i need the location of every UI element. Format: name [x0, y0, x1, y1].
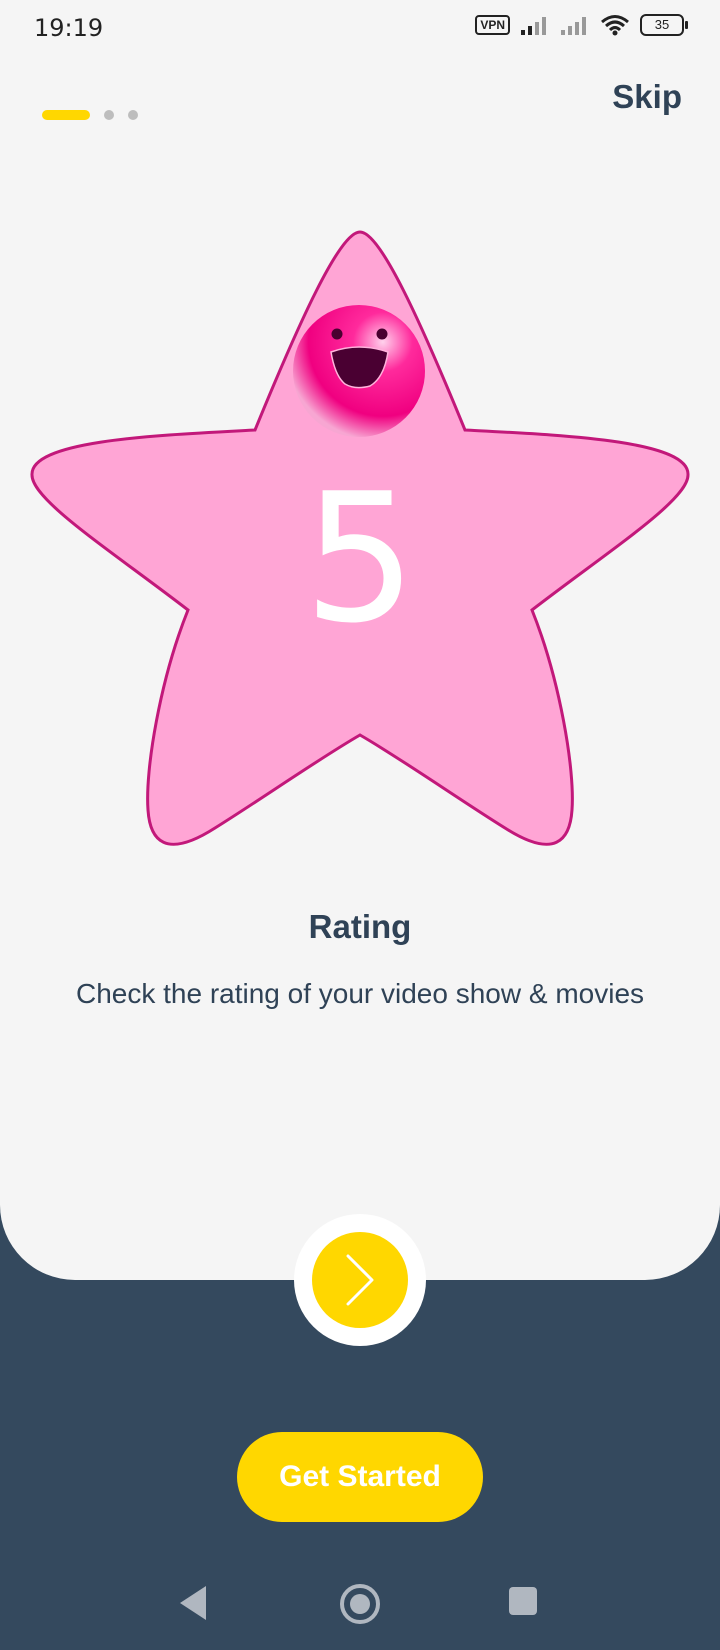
wifi-icon [601, 15, 629, 36]
next-button-ring [294, 1214, 426, 1346]
system-nav-bar [0, 1560, 720, 1650]
status-time: 19:19 [34, 14, 104, 42]
page-indicator-dot [104, 110, 114, 120]
rating-star-illustration: 5 [30, 230, 690, 846]
smiley-ball [293, 305, 425, 437]
page-indicator-dot [128, 110, 138, 120]
status-bar: 19:19 VPN 35 [0, 0, 720, 56]
next-button[interactable] [312, 1232, 408, 1328]
signal-icon [521, 17, 546, 35]
status-icons: VPN 35 [475, 14, 688, 36]
vpn-icon: VPN [475, 15, 510, 35]
home-icon[interactable] [338, 1582, 382, 1626]
rating-number: 5 [303, 455, 416, 662]
signal-icon [561, 17, 586, 35]
get-started-button[interactable]: Get Started [237, 1432, 483, 1522]
page-indicator-dot-active [42, 110, 90, 120]
chevron-right-icon [346, 1254, 374, 1306]
page-indicator [42, 110, 138, 120]
recents-icon[interactable] [508, 1586, 538, 1616]
page-subtitle: Check the rating of your video show & mo… [75, 978, 645, 1009]
battery-icon: 35 [640, 14, 688, 36]
page-title: Rating [308, 908, 412, 945]
back-icon[interactable] [178, 1584, 208, 1622]
skip-button[interactable]: Skip [612, 78, 682, 116]
